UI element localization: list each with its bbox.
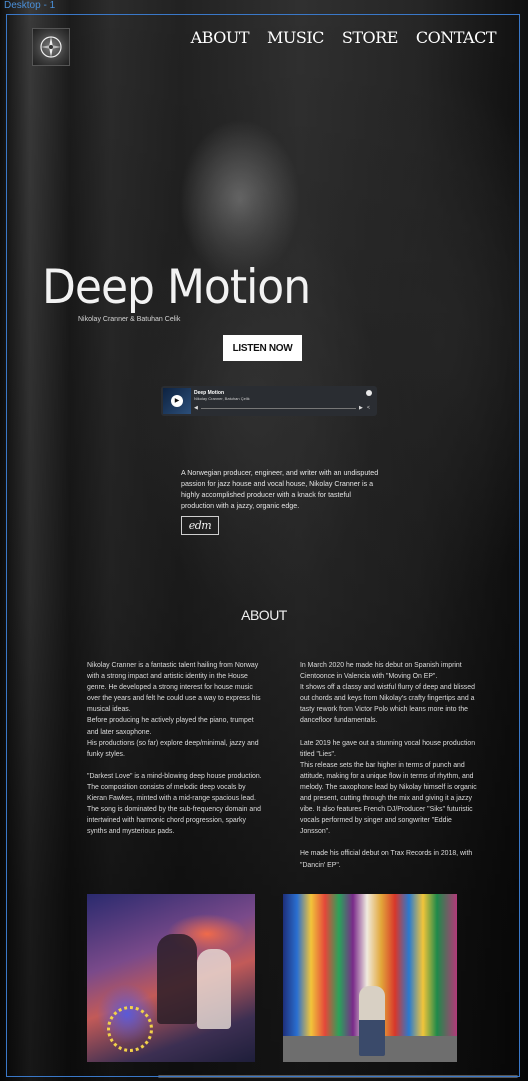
- edm-logo[interactable]: edm: [181, 516, 219, 535]
- player-artists[interactable]: Nikolay Cranner, Batuhan Çelik: [194, 396, 250, 401]
- photo-figure: [197, 949, 231, 1029]
- play-icon[interactable]: ▶: [171, 395, 183, 407]
- spotify-embed-player[interactable]: ▶ Deep Motion Nikolay Cranner, Batuhan Ç…: [161, 386, 377, 416]
- nav-store[interactable]: STORE: [342, 28, 398, 47]
- horizontal-scrollbar[interactable]: [158, 1075, 518, 1078]
- skip-forward-icon[interactable]: ▶: [359, 405, 363, 411]
- nav-music[interactable]: MUSIC: [267, 28, 324, 47]
- listen-now-button[interactable]: LISTEN NOW: [223, 335, 302, 361]
- photo-figure: [157, 934, 197, 1024]
- nav-contact[interactable]: CONTACT: [416, 28, 497, 47]
- hero-title: Deep Motion: [42, 259, 311, 316]
- spotify-icon[interactable]: [366, 390, 372, 396]
- about-paragraph: This release sets the bar higher in term…: [300, 761, 477, 836]
- dj-booth-photo: [87, 894, 255, 1062]
- frame-label[interactable]: Desktop - 1: [4, 0, 55, 11]
- about-column-left: Nikolay Cranner is a fantastic talent ha…: [87, 660, 267, 837]
- about-column-right: In March 2020 he made his debut on Spani…: [300, 660, 480, 871]
- compass-badge-icon: [40, 36, 62, 58]
- about-paragraph: Before producing he actively played the …: [87, 717, 254, 736]
- main-nav: ABOUT MUSIC STORE CONTACT: [191, 28, 497, 47]
- about-paragraph: His productions (so far) explore deep/mi…: [87, 739, 259, 758]
- about-paragraph: Late 2019 he gave out a stunning vocal h…: [300, 739, 476, 758]
- site-logo[interactable]: [32, 28, 70, 66]
- share-icon[interactable]: <: [367, 405, 370, 411]
- about-paragraph: Nikolay Cranner is a fantastic talent ha…: [87, 662, 261, 714]
- about-paragraph: It shows off a classy and wistful flurry…: [300, 684, 475, 725]
- nav-about[interactable]: ABOUT: [191, 28, 250, 47]
- album-art: ▶: [163, 388, 191, 414]
- player-progress-bar[interactable]: [201, 408, 356, 409]
- mural-portrait-photo: [283, 894, 457, 1062]
- skip-back-icon[interactable]: ◀: [194, 405, 198, 411]
- photo-figure: [359, 986, 385, 1056]
- about-heading: ABOUT: [241, 607, 287, 623]
- hero-subtitle: Nikolay Cranner & Batuhan Celik: [78, 316, 181, 323]
- sun-decoration: [107, 1006, 153, 1052]
- about-paragraph: "Darkest Love" is a mind-blowing deep ho…: [87, 772, 262, 836]
- about-paragraph: In March 2020 he made his debut on Spani…: [300, 662, 462, 681]
- artist-bio: A Norwegian producer, engineer, and writ…: [181, 469, 379, 510]
- about-paragraph: He made his official debut on Trax Recor…: [300, 850, 473, 869]
